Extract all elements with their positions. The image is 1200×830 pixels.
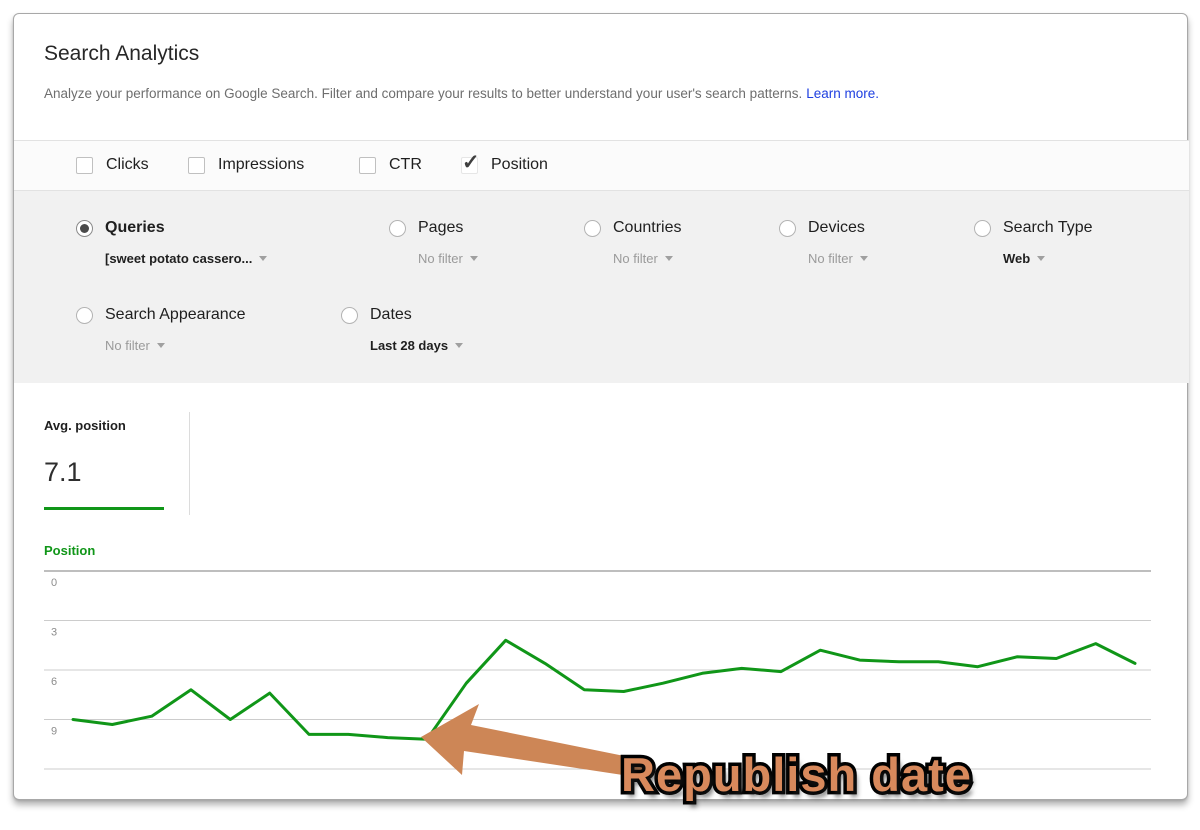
subtitle-text: Analyze your performance on Google Searc… [44, 86, 802, 101]
filter-value-dates[interactable]: Last 28 days [370, 338, 463, 353]
unchecked-checkbox-icon[interactable] [188, 157, 205, 174]
filter-value-search-appearance[interactable]: No filter [105, 338, 246, 353]
page-title: Search Analytics [44, 42, 199, 66]
avg-position-value: 7.1 [44, 457, 82, 488]
filter-panel: Queries [sweet potato cassero... Pages No f… [14, 191, 1189, 383]
filter-value-countries[interactable]: No filter [613, 251, 681, 266]
filter-value-text: No filter [613, 251, 658, 266]
filter-value-text: No filter [418, 251, 463, 266]
checkmark-icon: ✓ [462, 152, 480, 173]
metrics-toolbar: Clicks Impressions CTR ✓ Position [14, 140, 1189, 191]
radio-dates[interactable] [341, 307, 358, 324]
filter-label-search-appearance[interactable]: Search Appearance [105, 306, 246, 324]
filter-value-queries[interactable]: [sweet potato cassero... [105, 251, 267, 266]
filter-label-countries[interactable]: Countries [613, 219, 681, 237]
filter-countries: Countries No filter [584, 219, 681, 266]
dropdown-caret-icon [665, 256, 673, 261]
dropdown-caret-icon [259, 256, 267, 261]
chart-title: Position [44, 543, 95, 558]
dropdown-caret-icon [1037, 256, 1045, 261]
page-subtitle: Analyze your performance on Google Searc… [44, 86, 1154, 101]
radio-queries[interactable] [76, 220, 93, 237]
filter-search-type: Search Type Web [974, 219, 1093, 266]
filter-value-text: [sweet potato cassero... [105, 251, 252, 266]
checked-checkbox-icon[interactable]: ✓ [461, 157, 478, 174]
checkbox-label-ctr: CTR [389, 156, 422, 174]
filter-label-search-type[interactable]: Search Type [1003, 219, 1093, 237]
filter-value-search-type[interactable]: Web [1003, 251, 1093, 266]
avg-position-label: Avg. position [44, 418, 126, 433]
dropdown-caret-icon [455, 343, 463, 348]
filter-value-text: Last 28 days [370, 338, 448, 353]
republish-date-label: Republish date [621, 747, 972, 802]
checkbox-position[interactable]: ✓ Position [461, 156, 548, 174]
filter-pages: Pages No filter [389, 219, 478, 266]
y-axis-label-6: 6 [51, 676, 57, 688]
checkbox-clicks[interactable]: Clicks [76, 156, 149, 174]
checkbox-label-impressions: Impressions [218, 156, 304, 174]
y-axis-label-3: 3 [51, 627, 57, 639]
dropdown-caret-icon [157, 343, 165, 348]
checkbox-label-clicks: Clicks [106, 156, 149, 174]
checkbox-impressions[interactable]: Impressions [188, 156, 304, 174]
metric-underline [44, 507, 164, 510]
checkbox-ctr[interactable]: CTR [359, 156, 422, 174]
position-line-series[interactable] [73, 640, 1135, 739]
y-axis-label-9: 9 [51, 726, 57, 738]
summary-divider [189, 412, 190, 515]
filter-value-text: Web [1003, 251, 1030, 266]
dropdown-caret-icon [860, 256, 868, 261]
unchecked-checkbox-icon[interactable] [76, 157, 93, 174]
filter-value-devices[interactable]: No filter [808, 251, 868, 266]
filter-label-dates[interactable]: Dates [370, 306, 463, 324]
dropdown-caret-icon [470, 256, 478, 261]
filter-label-devices[interactable]: Devices [808, 219, 868, 237]
radio-devices[interactable] [779, 220, 796, 237]
unchecked-checkbox-icon[interactable] [359, 157, 376, 174]
filter-value-pages[interactable]: No filter [418, 251, 478, 266]
radio-countries[interactable] [584, 220, 601, 237]
filter-dates: Dates Last 28 days [341, 306, 463, 353]
search-analytics-card: Search Analytics Analyze your performanc… [13, 13, 1188, 800]
radio-pages[interactable] [389, 220, 406, 237]
filter-queries: Queries [sweet potato cassero... [76, 219, 267, 266]
radio-search-type[interactable] [974, 220, 991, 237]
position-chart: 0 3 6 9 [14, 14, 1189, 801]
learn-more-link[interactable]: Learn more. [806, 86, 879, 101]
filter-label-pages[interactable]: Pages [418, 219, 478, 237]
checkbox-label-position: Position [491, 156, 548, 174]
filter-label-queries[interactable]: Queries [105, 219, 267, 237]
y-axis-label-0: 0 [51, 577, 57, 589]
radio-search-appearance[interactable] [76, 307, 93, 324]
republish-arrow-icon [421, 704, 649, 778]
filter-value-text: No filter [808, 251, 853, 266]
filter-devices: Devices No filter [779, 219, 868, 266]
filter-search-appearance: Search Appearance No filter [76, 306, 246, 353]
filter-value-text: No filter [105, 338, 150, 353]
